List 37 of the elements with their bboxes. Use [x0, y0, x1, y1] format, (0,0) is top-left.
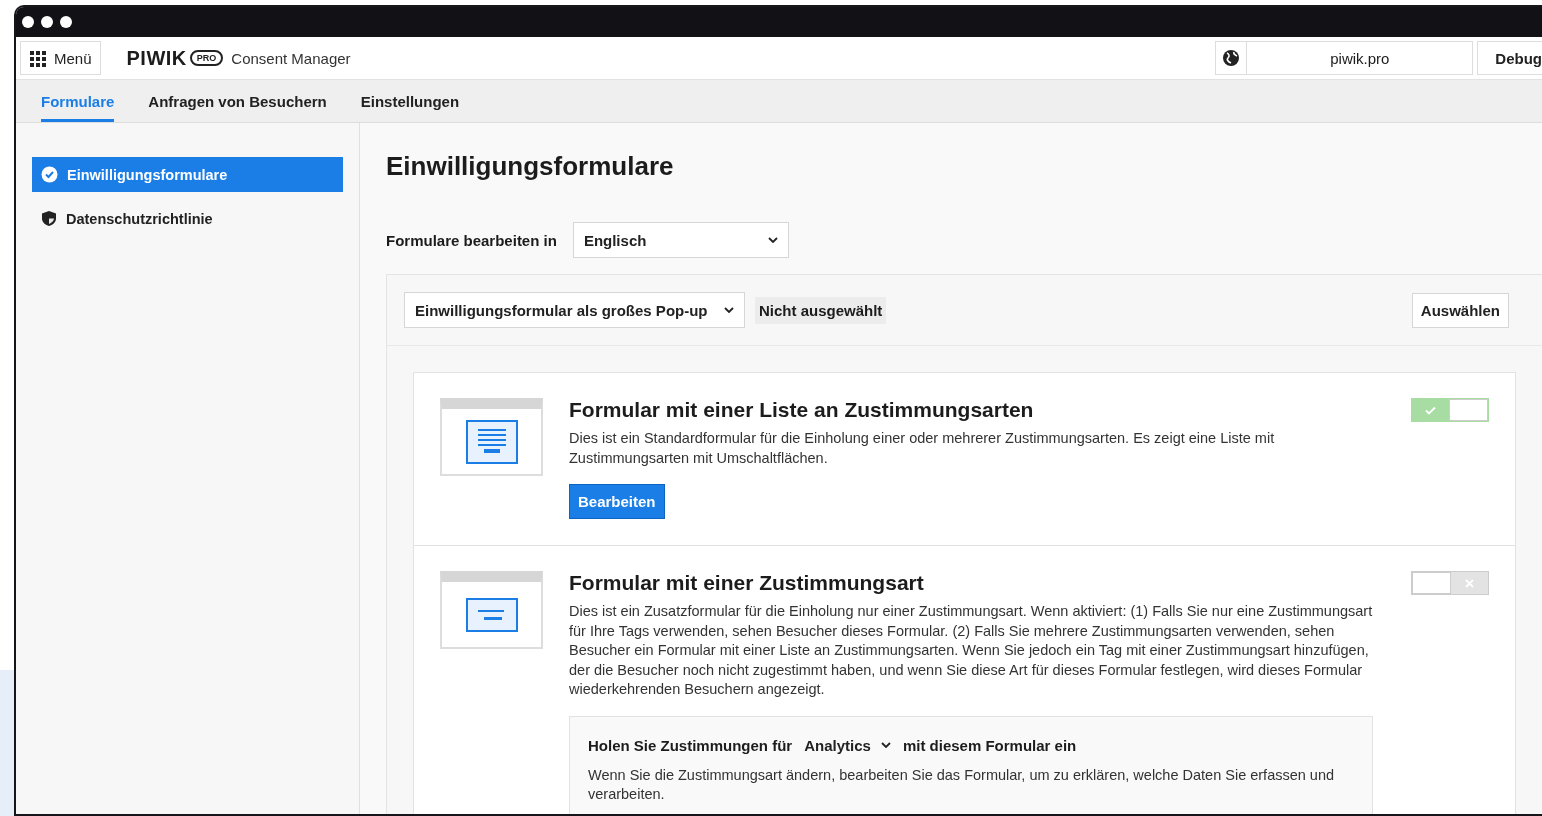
nav-tab[interactable]: Formulare: [41, 80, 115, 122]
page-title: Einwilligungsformulare: [386, 151, 675, 182]
toggle-switch[interactable]: [1411, 571, 1489, 595]
form-description: Dies ist ein Standardformular für die Einholung einer oder mehrerer Zustimmungsarten. Es zeigt eine Liste mit Zustimmungsarten mit Umschaltflächen.: [569, 429, 1276, 468]
edit-button[interactable]: Bearbeiten: [569, 484, 665, 519]
debug-button[interactable]: Debug: [1477, 41, 1542, 75]
caret-icon: [880, 742, 891, 748]
product-name: Consent Manager: [231, 49, 351, 67]
form-title: Formular mit einer Liste an Zustimmungsarten: [569, 398, 1035, 422]
form-type-dropdown[interactable]: Einwilligungsformular als großes Pop-up: [404, 292, 745, 328]
consent-prefix: Holen Sie Zustimmungen für: [588, 736, 793, 754]
grid-icon: [29, 49, 46, 67]
close-icon: [1465, 578, 1474, 588]
consent-type-dropdown[interactable]: Analytics: [804, 736, 891, 754]
nav-tab[interactable]: Anfragen von Besuchern: [148, 80, 327, 122]
shield-icon: [41, 210, 57, 227]
site-field[interactable]: piwik.pro: [1247, 41, 1474, 75]
form-title: Formular mit einer Zustimmungsart: [569, 571, 925, 595]
sidebar-item[interactable]: Datenschutzrichtlinie: [32, 201, 343, 236]
form-description: Dies ist ein Zusatzformular für die Einholung nur einer Zustimmungsart. Wenn aktiviert: (1) Falls Sie nur eine Zustimmungsart für Ihre Tags verwenden, sehen Besucher dieses Formular. (2) Falls Sie mehrere Zustimmungsarten verwenden, sehen Besucher ein Formular mit einer Liste an Zustimmungsarten. Wenn Sie jedoch ein Tag mit einer Zustimmungsart hinzufügen, der die Besucher noch nicht zugestimmt haben, und wenn Sie diese Art für dieses Formular festlegen, wird dieses Formular wiederkehrenden Besuchern angezeigt.: [569, 602, 1374, 699]
menu-button[interactable]: Menü: [20, 41, 101, 75]
logo-text: PIWIK: [126, 46, 187, 70]
sidebar-item[interactable]: Einwilligungsformulare: [32, 157, 343, 192]
select-button[interactable]: Auswählen: [1411, 292, 1509, 328]
consent-suffix: mit diesem Formular ein: [902, 736, 1077, 754]
language-dropdown[interactable]: Englisch: [572, 222, 789, 258]
toggle-switch[interactable]: [1411, 398, 1489, 422]
nav-tab[interactable]: Einstellungen: [360, 80, 460, 122]
consent-note: Wenn Sie die Zustimmungsart ändern, bearbeiten Sie das Formular, um zu erklären, welche Daten Sie erfassen und verarbeiten.: [588, 765, 1336, 804]
logo-badge: PRO: [189, 50, 224, 66]
language-label: Formulare bearbeiten in: [386, 231, 557, 249]
caret-icon: [724, 307, 734, 313]
globe-icon: [1222, 49, 1241, 67]
status-badge: Nicht ausgewählt: [755, 296, 887, 324]
check-circle-icon: [41, 166, 58, 183]
check-icon: [1425, 405, 1436, 415]
caret-icon: [767, 237, 778, 243]
